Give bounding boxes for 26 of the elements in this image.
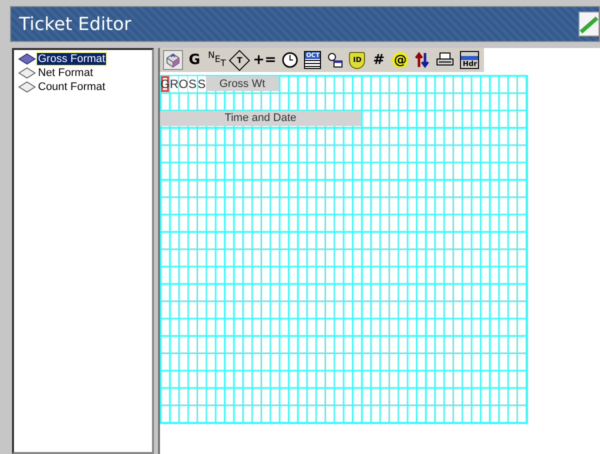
toolbar-button[interactable]: G <box>185 50 204 70</box>
toolbar-button[interactable] <box>325 50 346 70</box>
ticket-field[interactable]: Time and Date <box>160 110 362 126</box>
diamond-icon <box>18 67 36 79</box>
diamond-icon <box>18 81 36 93</box>
grid-character[interactable]: S <box>198 76 206 92</box>
toolbar-button[interactable] <box>280 50 300 70</box>
format-item[interactable]: Count Format <box>18 81 148 93</box>
grid-character[interactable]: R <box>170 76 178 92</box>
toolbar-button[interactable]: # <box>369 50 388 70</box>
notepad-pen-icon <box>577 10 599 38</box>
toolbar-button[interactable]: += <box>250 50 278 70</box>
grid-character[interactable]: S <box>188 76 197 92</box>
printer-icon <box>436 52 454 68</box>
diamond-icon <box>18 53 36 65</box>
ticket-field[interactable]: Gross Wt <box>206 76 279 92</box>
clock-icon <box>282 52 298 68</box>
toolbar-button[interactable]: NET <box>206 50 228 70</box>
toolbar-button[interactable]: T <box>230 50 249 70</box>
window-title: Ticket Editor <box>19 14 132 34</box>
format-item[interactable]: Net Format <box>18 67 148 79</box>
grid-character[interactable]: O <box>179 76 188 92</box>
timer-icon <box>327 52 344 68</box>
toolbar-button[interactable]: @ <box>390 50 410 70</box>
cube-icon <box>165 52 181 68</box>
up-down-arrows-icon <box>414 52 430 68</box>
